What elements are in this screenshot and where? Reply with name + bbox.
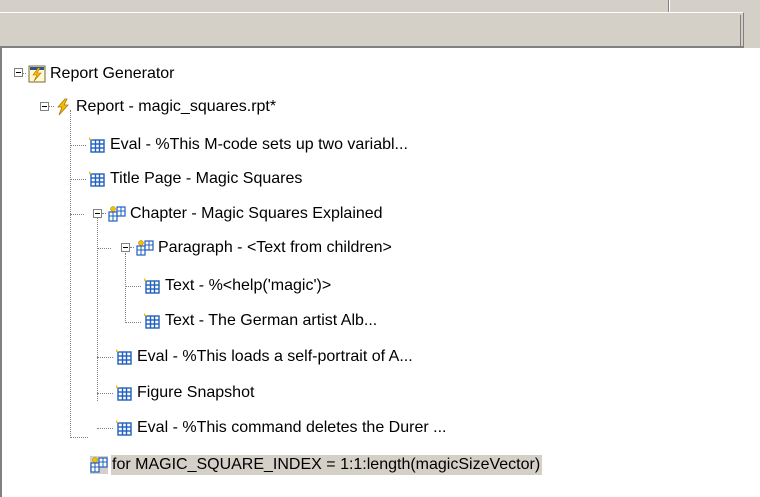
- tree-connector: [97, 357, 113, 358]
- tree-node-label: Text - %<help('magic')>: [165, 277, 332, 294]
- column-divider-highlight: [669, 0, 670, 12]
- tree-connector: [130, 247, 134, 248]
- tree-connector: [97, 248, 111, 249]
- tree-node-eval-delete[interactable]: Eval - %This command deletes the Durer .…: [115, 417, 448, 439]
- tree-node-label: Report Generator: [50, 65, 175, 82]
- tree-node-text-german-artist[interactable]: Text - The German artist Alb...: [143, 310, 379, 332]
- tree-node-for-loop[interactable]: for MAGIC_SQUARE_INDEX = 1:1:length(magi…: [90, 454, 543, 476]
- grid-icon: [144, 278, 160, 294]
- tree-connector: [125, 322, 141, 323]
- tree-connector: [70, 179, 86, 180]
- tree-node-label: Text - The German artist Alb...: [165, 312, 378, 329]
- tree-connector: [97, 393, 113, 394]
- grid-icon: [89, 171, 105, 187]
- grid-icon: [89, 137, 105, 153]
- tree-node-label: Eval - %This loads a self-portrait of A.…: [137, 348, 413, 365]
- grid-icon: [116, 385, 132, 401]
- tree-connector: [97, 218, 98, 401]
- grid-icon: [116, 349, 132, 365]
- tree-connector: [70, 145, 86, 146]
- tree-node-label: Chapter - Magic Squares Explained: [130, 205, 383, 222]
- tree-connector: [70, 214, 84, 215]
- tree-node-figure-snapshot[interactable]: Figure Snapshot: [115, 382, 256, 404]
- grid-branch-icon: [90, 456, 108, 474]
- tree-column-header[interactable]: [0, 12, 744, 48]
- grid-branch-icon: [136, 240, 154, 256]
- grid-icon: [144, 313, 160, 329]
- grid-branch-icon: [108, 206, 126, 222]
- tree-node-report-generator[interactable]: Report Generator: [28, 63, 177, 85]
- tree-connector: [97, 428, 113, 429]
- tree-node-label: Paragraph - <Text from children>: [158, 239, 392, 256]
- lightning-icon: [57, 98, 69, 116]
- collapse-toggle-report[interactable]: [40, 102, 49, 111]
- collapse-toggle-chapter[interactable]: [93, 209, 102, 218]
- tree-node-report[interactable]: Report - magic_squares.rpt*: [54, 96, 278, 118]
- tree-node-label: Eval - %This command deletes the Durer .…: [137, 419, 447, 436]
- tree-node-label: Report - magic_squares.rpt*: [76, 98, 277, 115]
- collapse-toggle-paragraph[interactable]: [121, 243, 130, 252]
- tree-connector: [125, 253, 126, 323]
- tree-connector: [70, 110, 71, 436]
- tree-connector: [70, 437, 88, 438]
- tree-node-text-help[interactable]: Text - %<help('magic')>: [143, 275, 333, 297]
- tree-node-title-page[interactable]: Title Page - Magic Squares: [88, 168, 304, 190]
- tree-node-label: for MAGIC_SQUARE_INDEX = 1:1:length(magi…: [111, 455, 543, 475]
- tree-node-eval-portrait[interactable]: Eval - %This loads a self-portrait of A.…: [115, 346, 415, 368]
- tree-node-label: Title Page - Magic Squares: [110, 170, 303, 187]
- grid-icon: [116, 420, 132, 436]
- tree-connector: [125, 286, 141, 287]
- report-generator-icon: [28, 65, 46, 83]
- tree-node-label: Figure Snapshot: [137, 384, 255, 401]
- report-outline-tree[interactable]: Report Generator Report - magic_squares.…: [0, 48, 760, 497]
- tree-node-label: Eval - %This M-code sets up two variabl.…: [110, 136, 408, 153]
- tree-node-paragraph[interactable]: Paragraph - <Text from children>: [136, 237, 394, 259]
- tree-node-eval-setup[interactable]: Eval - %This M-code sets up two variabl.…: [88, 134, 410, 156]
- collapse-toggle-report-generator[interactable]: [14, 68, 23, 77]
- tree-node-chapter[interactable]: Chapter - Magic Squares Explained: [108, 203, 385, 225]
- tree-connector: [102, 213, 106, 214]
